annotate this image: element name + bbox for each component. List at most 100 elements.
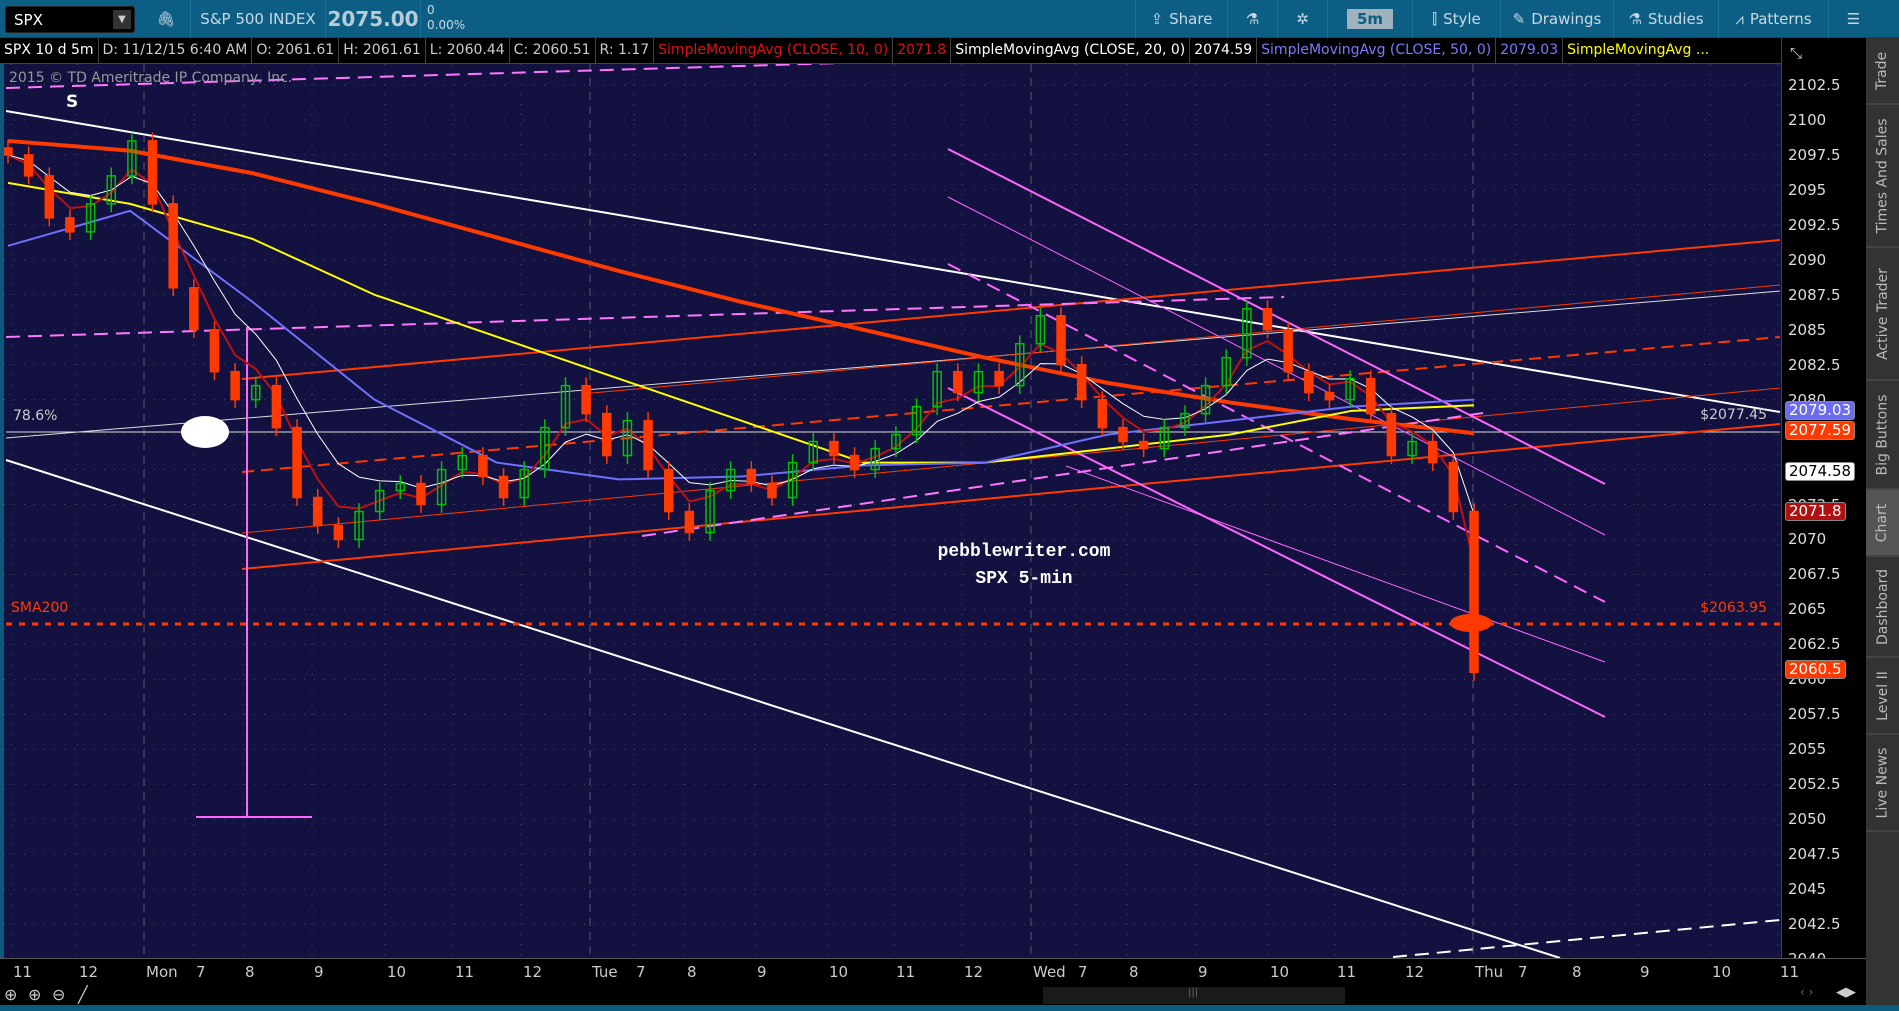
link-icon[interactable]: 🖇	[145, 0, 187, 38]
scroll-left-icon[interactable]: ‹ ›	[1800, 985, 1813, 999]
candle	[168, 203, 178, 289]
side-tab-label: Chart	[1874, 503, 1891, 542]
sma200-label: SMA200	[11, 600, 69, 616]
share-icon: ⇪	[1150, 10, 1164, 28]
highlight-oval-white[interactable]	[181, 416, 229, 448]
style-button[interactable]: ⫿ Style	[1412, 0, 1500, 38]
chart-info-bar: SPX 10 d 5m D: 11/12/15 6:40 AM O: 2061.…	[0, 38, 1781, 64]
side-tab-label: Live News	[1874, 747, 1891, 818]
candle	[1386, 412, 1397, 457]
sma200-badge: 2077.59	[1785, 421, 1856, 440]
candle	[1448, 461, 1459, 513]
price-tick: 2055	[1788, 740, 1827, 759]
time-tick: 11	[1780, 963, 1800, 981]
time-tick: 9	[314, 963, 324, 981]
price-tick: 2065	[1788, 600, 1827, 619]
candle	[829, 440, 839, 457]
patterns-icon: ⩘	[1735, 10, 1744, 28]
bar-date: D: 11/12/15 6:40 AM	[99, 38, 253, 63]
side-tab-live-news[interactable]: Live News	[1866, 735, 1899, 832]
trendline-white-dashed[interactable]	[1392, 919, 1781, 958]
candle	[1283, 328, 1293, 373]
time-tick: Wed	[1033, 963, 1066, 981]
flask-button[interactable]: ⚗	[1227, 0, 1277, 38]
sma10-badge: 2071.8	[1785, 502, 1846, 521]
side-tab-active-trader[interactable]: Active Trader	[1866, 248, 1899, 381]
zoom-in-icon[interactable]: ⊕	[28, 985, 41, 1004]
sma50-line[interactable]	[7, 209, 1475, 481]
candle	[209, 328, 220, 373]
candle	[1138, 440, 1149, 450]
time-tick: 12	[1405, 963, 1425, 981]
time-tick: 7	[1078, 963, 1088, 981]
price-tick: 2057.5	[1788, 705, 1841, 724]
patterns-button[interactable]: ⩘ Patterns	[1718, 0, 1828, 38]
time-tick: 9	[1198, 963, 1208, 981]
time-tick: 10	[1712, 963, 1732, 981]
time-tick: 9	[757, 963, 767, 981]
crosshair-icon[interactable]: ⊕	[4, 985, 17, 1004]
candle	[767, 482, 777, 499]
zoom-out-icon[interactable]: ⊖	[52, 985, 65, 1004]
side-tab-dashboard[interactable]: Dashboard	[1866, 557, 1899, 658]
settings-button[interactable]: ✲	[1277, 0, 1327, 38]
candle	[1469, 510, 1479, 674]
candle	[1076, 363, 1087, 401]
channel-pink-thin-lower[interactable]	[1065, 465, 1606, 663]
sma20-label[interactable]: SimpleMovingAvg (CLOSE, 20, 0)	[951, 38, 1191, 63]
price-chart[interactable]: 2015 © TD Ameritrade IP Company, Inc. S …	[0, 64, 1781, 958]
sma20-badge: 2074.58	[1785, 462, 1856, 481]
candle	[663, 468, 674, 513]
candle	[581, 384, 591, 415]
price-tick: 2082.5	[1788, 355, 1841, 374]
side-tab-level-ii[interactable]: Level II	[1866, 658, 1899, 735]
price-axis[interactable]: ⤡ 2102.5 2100 2097.5 2095 2092.5 2090 2087.5 20…	[1781, 38, 1866, 985]
candle	[44, 175, 55, 219]
sma10-line[interactable]	[7, 154, 1475, 565]
time-tick: 10	[829, 963, 849, 981]
candle	[746, 468, 757, 485]
candle	[292, 426, 302, 499]
side-tab-chart[interactable]: Chart	[1866, 490, 1899, 557]
chart-canvas[interactable]	[4, 64, 1781, 958]
price-tick: 2097.5	[1788, 145, 1841, 164]
side-tab-big-buttons[interactable]: Big Buttons	[1866, 381, 1899, 490]
side-tab-label: Trade	[1874, 51, 1891, 90]
studies-button[interactable]: ⚗ Studies	[1613, 0, 1718, 38]
autoscale-icon[interactable]: ⤡	[1790, 44, 1802, 62]
sma10-label[interactable]: SimpleMovingAvg (CLOSE, 10, 0)	[654, 38, 894, 63]
chevron-down-icon[interactable]: ▼	[113, 10, 131, 29]
candle	[4, 147, 13, 156]
time-tick: 8	[1129, 963, 1139, 981]
horizontal-scrollbar[interactable]: |||	[1043, 987, 1345, 1004]
expand-icon[interactable]: ◀▶	[1836, 985, 1856, 1000]
drawings-layer	[5, 64, 1781, 958]
side-tab-label: Level II	[1874, 670, 1891, 721]
side-tab-trade[interactable]: Trade	[1866, 38, 1899, 105]
drawing-line-icon[interactable]: ╱	[78, 985, 88, 1004]
side-tab-times-and-sales[interactable]: Times And Sales	[1866, 105, 1899, 248]
side-tab-label: Dashboard	[1874, 568, 1891, 645]
sma-more-label[interactable]: SimpleMovingAvg ...	[1563, 38, 1713, 63]
candle	[230, 370, 240, 401]
trendline-white-upper[interactable]	[5, 110, 1781, 413]
channel-orange-thin-upper[interactable]	[580, 284, 1781, 395]
symbol-selector[interactable]: SPX ▼	[5, 6, 135, 33]
share-button[interactable]: ⇪ Share	[1135, 0, 1227, 38]
price-tick: 2090	[1788, 250, 1827, 269]
timeframe-button[interactable]: 5m	[1327, 0, 1412, 38]
time-axis[interactable]: 11 12 Mon 7 8 9 10 11 12 Tue 7 8 9 10 11 12 Wed 7 8 9 10 11 12…	[0, 958, 1866, 985]
drawings-button[interactable]: ✎ Drawings	[1500, 0, 1613, 38]
time-tick: 7	[636, 963, 646, 981]
trendline-white-lower[interactable]	[5, 459, 1561, 958]
time-tick: 8	[687, 963, 697, 981]
sma50-label[interactable]: SimpleMovingAvg (CLOSE, 50, 0)	[1257, 38, 1497, 63]
highlight-oval-orange[interactable]	[1450, 614, 1492, 632]
candle	[65, 217, 75, 233]
side-tab-label: Times And Sales	[1874, 117, 1891, 234]
channel-pink-top[interactable]	[947, 148, 1606, 485]
menu-button[interactable]: ☰	[1828, 0, 1878, 38]
candle	[333, 524, 344, 541]
price-tick: 2045	[1788, 880, 1827, 899]
candle	[1366, 377, 1376, 415]
